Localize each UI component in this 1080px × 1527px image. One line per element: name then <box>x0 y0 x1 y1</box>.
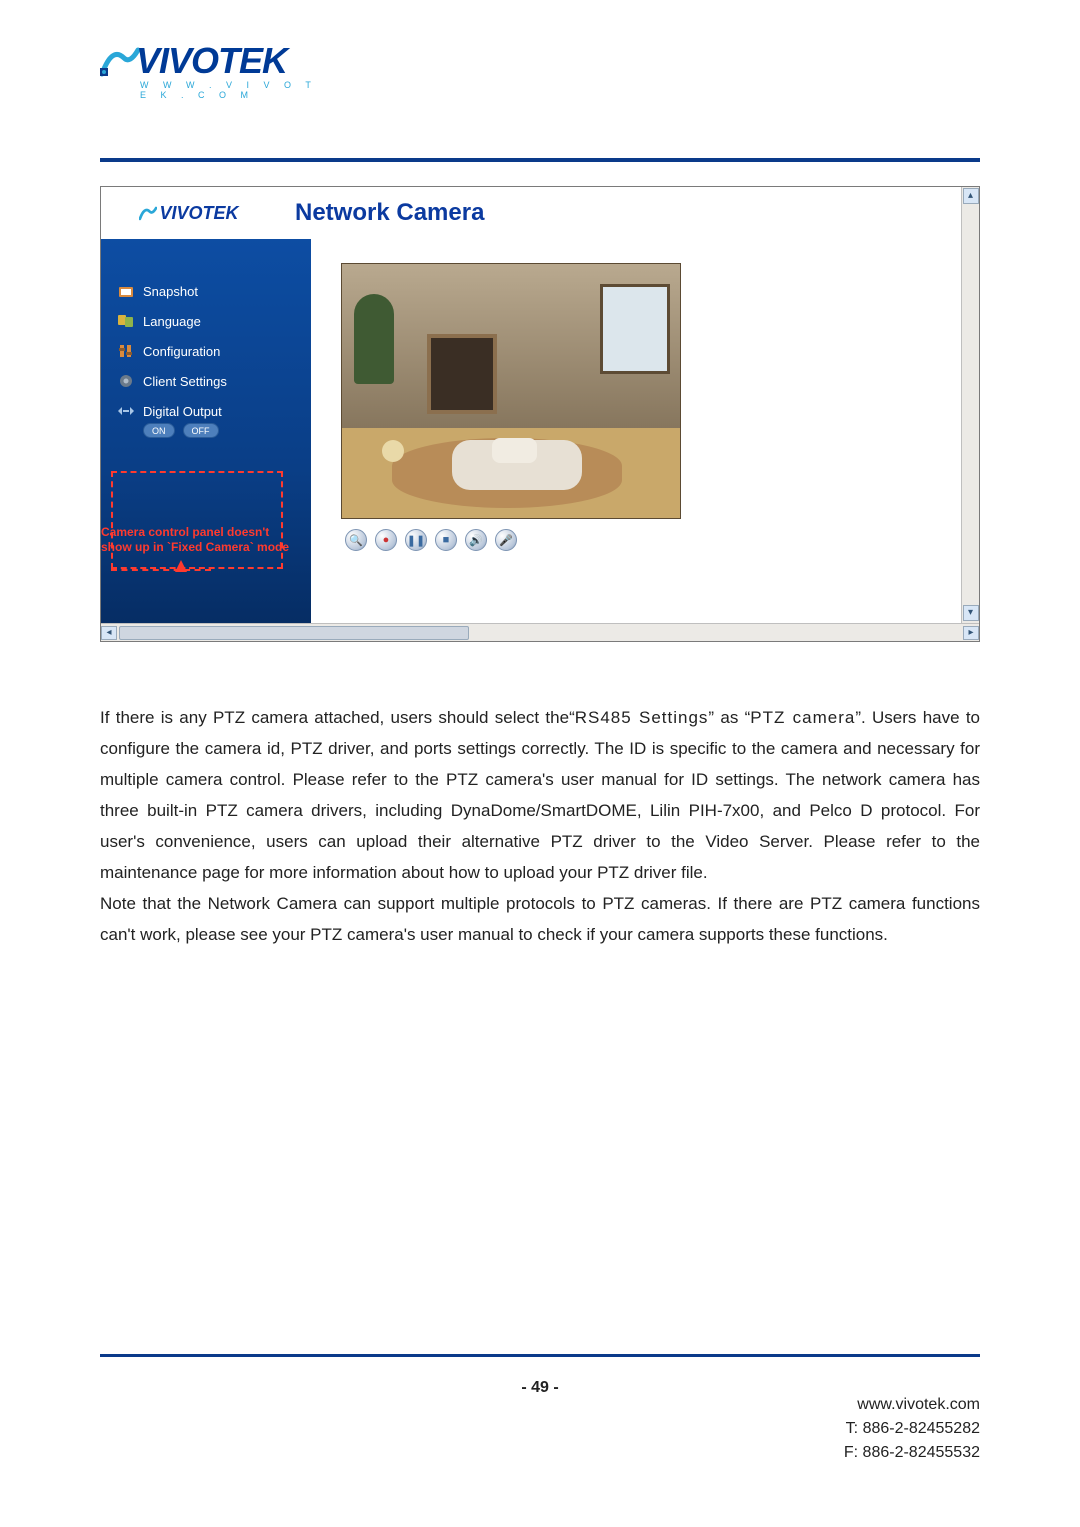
pause-button[interactable]: ❚❚ <box>405 529 427 551</box>
client-settings-icon <box>117 373 135 389</box>
embedded-screenshot: VIVOTEK Network Camera Snapshot Language <box>100 186 980 642</box>
stop-icon: ■ <box>443 534 450 546</box>
scroll-handle[interactable] <box>119 626 469 640</box>
annotation-leader-line <box>111 569 211 571</box>
digital-output-toggle: ON OFF <box>143 423 311 438</box>
sidebar-item-language[interactable]: Language <box>117 313 311 329</box>
app-header: VIVOTEK Network Camera <box>101 187 979 239</box>
paragraph-2: Note that the Network Camera can support… <box>100 888 980 950</box>
footer-rule <box>100 1354 980 1357</box>
zoom-button[interactable]: 🔍 <box>345 529 367 551</box>
logo-swoosh-icon <box>100 44 140 78</box>
sidebar: Snapshot Language Configuration <box>101 239 311 623</box>
logo-subtext: W W W . V I V O T E K . C O M <box>140 80 330 100</box>
app-logo-swoosh-icon <box>139 204 157 222</box>
record-button[interactable]: ● <box>375 529 397 551</box>
footer-tel: T: 886-2-82455282 <box>844 1417 980 1441</box>
logo-name: VIVOTEK <box>136 40 287 82</box>
scroll-right-button[interactable]: ▸ <box>963 626 979 640</box>
sidebar-item-label: Language <box>143 314 201 329</box>
digital-output-icon <box>117 403 135 419</box>
rs485-settings-term: RS485 Settings <box>575 708 709 727</box>
sidebar-item-label: Digital Output <box>143 404 222 419</box>
record-icon: ● <box>383 534 390 546</box>
zoom-icon: 🔍 <box>349 534 363 547</box>
app-logo: VIVOTEK <box>119 194 259 232</box>
page-logo: VIVOTEK W W W . V I V O T E K . C O M <box>100 40 330 110</box>
volume-button[interactable]: 🔊 <box>465 529 487 551</box>
body-text: If there is any PTZ camera attached, use… <box>100 702 980 950</box>
scroll-left-button[interactable]: ◂ <box>101 626 117 640</box>
app-title: Network Camera <box>295 199 484 227</box>
scroll-down-button[interactable]: ▾ <box>963 605 979 621</box>
mic-button[interactable]: 🎤 <box>495 529 517 551</box>
configuration-icon <box>117 343 135 359</box>
footer-contact: www.vivotek.com T: 886-2-82455282 F: 886… <box>844 1393 980 1465</box>
digital-output-off-button[interactable]: OFF <box>183 423 219 438</box>
app-logo-text: VIVOTEK <box>159 203 238 224</box>
video-area: 🔍 ● ❚❚ ■ 🔊 🎤 <box>311 239 979 623</box>
sidebar-item-digital-output[interactable]: Digital Output <box>117 403 311 419</box>
horizontal-scrollbar[interactable]: ◂ ▸ <box>101 623 979 641</box>
annotation-text: Camera control panel doesn't show up in … <box>101 525 289 555</box>
header-rule <box>100 158 980 162</box>
pause-icon: ❚❚ <box>407 534 425 547</box>
annotation-line-1: Camera control panel doesn't <box>101 525 289 540</box>
video-controls: 🔍 ● ❚❚ ■ 🔊 🎤 <box>341 529 979 551</box>
app-body: Snapshot Language Configuration <box>101 239 979 623</box>
sidebar-item-label: Configuration <box>143 344 220 359</box>
annotation-arrow-icon <box>173 560 189 574</box>
snapshot-icon <box>117 283 135 299</box>
language-icon <box>117 313 135 329</box>
logo-text: VIVOTEK <box>100 40 330 82</box>
ptz-camera-term: PTZ camera <box>750 708 855 727</box>
footer-fax: F: 886-2-82455532 <box>844 1441 980 1465</box>
sidebar-item-configuration[interactable]: Configuration <box>117 343 311 359</box>
volume-icon: 🔊 <box>469 534 483 547</box>
paragraph-1: If there is any PTZ camera attached, use… <box>100 702 980 888</box>
footer-url: www.vivotek.com <box>844 1393 980 1417</box>
sidebar-item-client-settings[interactable]: Client Settings <box>117 373 311 389</box>
digital-output-on-button[interactable]: ON <box>143 423 175 438</box>
scroll-up-button[interactable]: ▴ <box>963 188 979 204</box>
stop-button[interactable]: ■ <box>435 529 457 551</box>
video-feed[interactable] <box>341 263 681 519</box>
sidebar-item-label: Client Settings <box>143 374 227 389</box>
mic-icon: 🎤 <box>499 534 513 547</box>
sidebar-item-snapshot[interactable]: Snapshot <box>117 283 311 299</box>
vertical-scrollbar[interactable]: ▴ ▾ <box>961 187 979 623</box>
sidebar-item-label: Snapshot <box>143 284 198 299</box>
annotation-line-2: show up in `Fixed Camera` mode <box>101 540 289 555</box>
